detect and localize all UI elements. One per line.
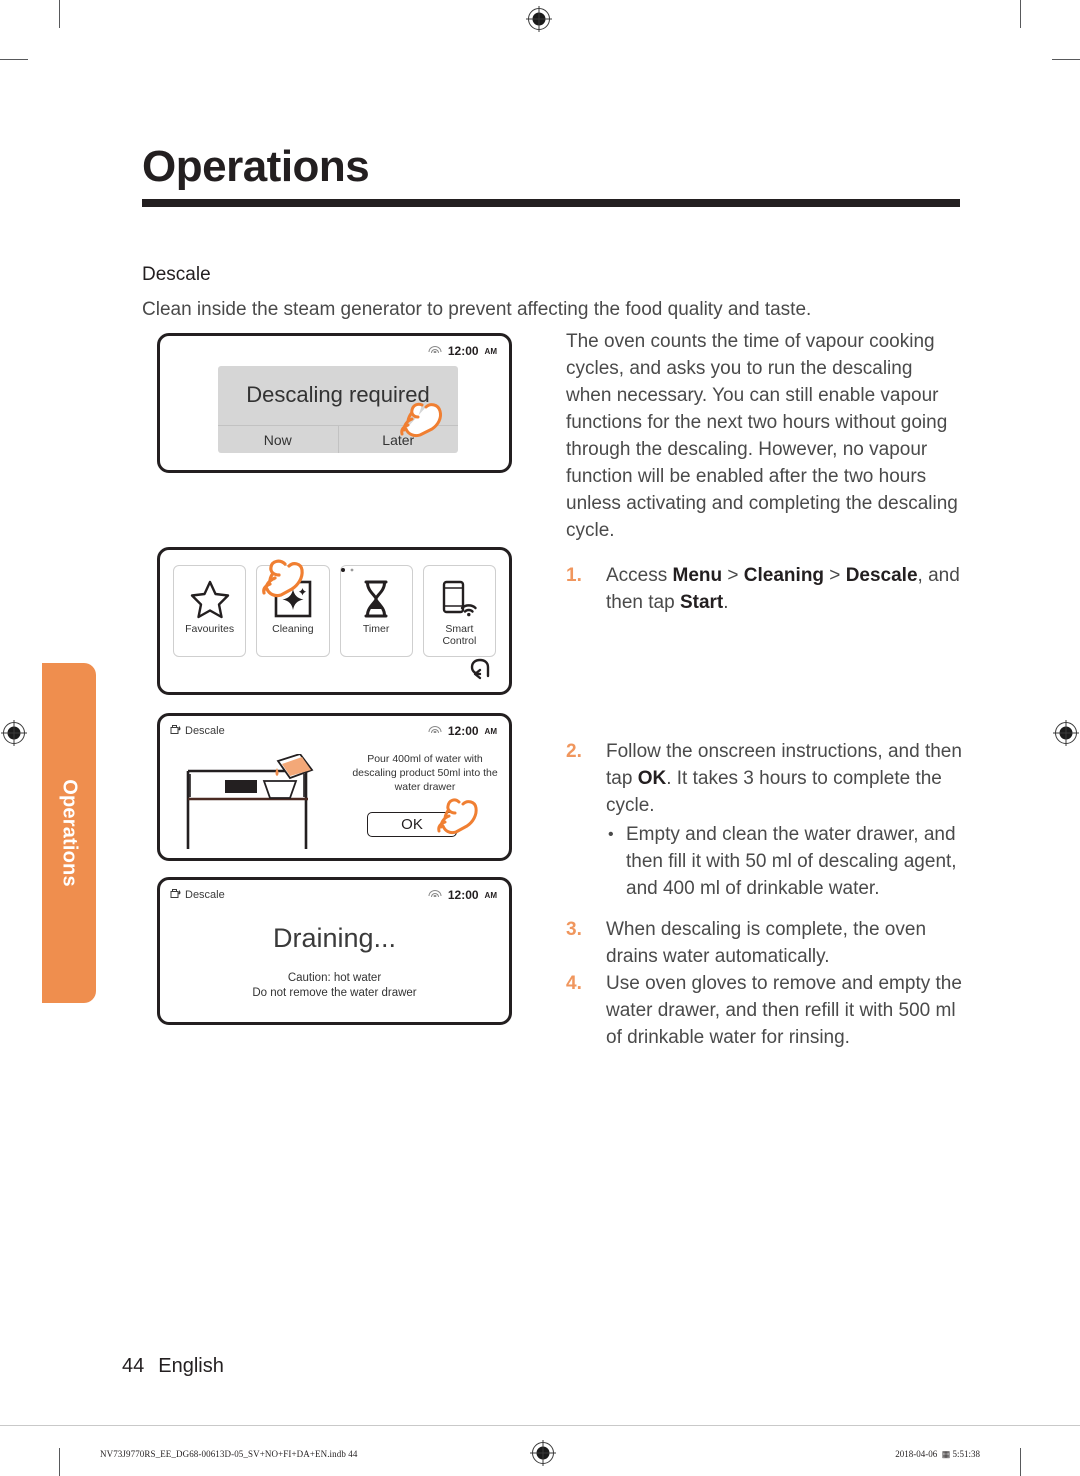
tap-hand-icon: [255, 554, 307, 607]
step-number: 4.: [566, 973, 582, 994]
draining-title: Draining...: [272, 923, 397, 953]
pour-water-illustration: [178, 752, 338, 858]
screen1-status-bar: 12:00 AM: [170, 342, 497, 360]
step-text: Use oven gloves to remove and empty the …: [606, 973, 962, 1048]
print-file-name: NV73J9770RS_EE_DG68-00613D-05_SV+NO+FI+D…: [100, 1449, 358, 1459]
crop-mark-top-right-v: [1020, 0, 1021, 28]
print-date: 2018-04-06: [895, 1449, 938, 1459]
smart-control-icon: [438, 575, 480, 623]
footer-divider: [0, 1425, 1080, 1426]
intro-paragraph: The oven counts the time of vapour cooki…: [566, 331, 958, 541]
tile-label: Cleaning: [272, 623, 314, 635]
oven-screen-descaling-required: 12:00 AM Descaling required Now Later: [157, 333, 512, 473]
tile-favourites[interactable]: Favourites: [173, 565, 247, 657]
wifi-icon: [428, 726, 442, 736]
clock-ampm: AM: [484, 346, 497, 356]
step-number: 3.: [566, 919, 582, 940]
manual-page: Operations Operations Descale Clean insi…: [0, 0, 1080, 1476]
tap-hand-icon: [432, 794, 480, 843]
step-item-1: 1. Access Menu > Cleaning > Descale, and…: [566, 562, 962, 616]
status-clock: 12:00 AM: [428, 344, 497, 358]
caution-line-2: Do not remove the water drawer: [252, 987, 417, 999]
screen-header-label: Descale: [185, 889, 225, 901]
back-arrow-icon[interactable]: [465, 657, 493, 686]
registration-mark-top: [528, 6, 550, 32]
descale-icon: [170, 888, 182, 902]
tile-label: Timer: [362, 623, 390, 635]
oven-screen-menu-tiles: Favourites Cleaning Timer Smart Control: [157, 547, 512, 695]
clock-ampm: AM: [484, 726, 497, 736]
screen-header: Descale: [170, 724, 225, 738]
title-rule: [142, 199, 960, 207]
registration-mark-left: [3, 720, 25, 746]
page-title: Operations: [142, 142, 370, 191]
chapter-side-tab-label: Operations: [58, 779, 81, 887]
oven-screen-pour-water: Descale 12:00 AM Pour 400ml of water with…: [157, 713, 512, 861]
step-text: When descaling is complete, the oven dra…: [606, 919, 927, 967]
caution-line-1: Caution: hot water: [287, 972, 382, 984]
step-item-2: 2. Follow the onscreen instructions, and…: [566, 738, 962, 902]
section-intro: Clean inside the steam generator to prev…: [142, 299, 812, 320]
print-time: 5:51:38: [952, 1449, 980, 1459]
star-icon: [189, 575, 231, 623]
tap-hand-icon: [396, 399, 444, 446]
step-item-4: 4. Use oven gloves to remove and empty t…: [566, 970, 962, 1051]
status-clock: 12:00 AM: [428, 724, 497, 738]
pour-instruction-text: Pour 400ml of water with descaling produ…: [352, 753, 498, 793]
clock-time: 12:00: [447, 888, 479, 902]
crop-mark-top-left-v: [59, 0, 60, 28]
crop-mark-top-right-h: [1052, 59, 1080, 60]
crop-mark-bottom-left-v: [59, 1448, 60, 1476]
clock-time: 12:00: [447, 724, 479, 738]
crop-mark-top-left-h: [0, 59, 28, 60]
screen3-status-bar: Descale 12:00 AM: [170, 722, 497, 740]
page-number-block: 44 English: [122, 1355, 224, 1378]
wifi-icon: [428, 890, 442, 900]
tile-timer[interactable]: Timer: [339, 565, 413, 657]
chapter-side-tab: Operations: [42, 663, 96, 1003]
screen-header: Descale: [170, 888, 225, 902]
step-2-bullets: Empty and clean the water drawer, and th…: [606, 821, 962, 902]
status-dots-icon: [340, 560, 358, 578]
clock-time: 12:00: [447, 344, 479, 358]
page-language: English: [158, 1355, 224, 1377]
screen-header-label: Descale: [185, 725, 225, 737]
now-button[interactable]: Now: [218, 426, 339, 453]
print-timestamp: 2018-04-06 ▦ 5:51:38: [895, 1449, 980, 1459]
wifi-icon: [428, 346, 442, 356]
oven-screen-draining: Descale 12:00 AM Draining... Caution: hot…: [157, 877, 512, 1025]
bullet-item: Empty and clean the water drawer, and th…: [606, 821, 962, 902]
status-clock: 12:00 AM: [428, 888, 497, 902]
registration-mark-right: [1055, 720, 1077, 746]
crop-mark-bottom-right-v: [1020, 1448, 1021, 1476]
footer-registration-mark: [532, 1440, 554, 1466]
clock-ampm: AM: [484, 890, 497, 900]
section-heading: Descale: [142, 264, 211, 285]
caution-text: Caution: hot water Do not remove the wat…: [160, 971, 509, 1001]
numbered-steps: 1. Access Menu > Cleaning > Descale, and…: [566, 562, 962, 1051]
tile-smart-control[interactable]: Smart Control: [422, 565, 496, 657]
step-number: 2.: [566, 741, 582, 762]
step-text: Follow the onscreen instructions, and th…: [606, 741, 962, 816]
tile-label: Smart Control: [442, 623, 477, 647]
page-number: 44: [122, 1355, 145, 1377]
step-item-3: 3. When descaling is complete, the oven …: [566, 916, 962, 970]
descale-icon: [170, 724, 182, 738]
step-text: Access Menu > Cleaning > Descale, and th…: [606, 565, 960, 613]
menu-tile-row: Favourites Cleaning Timer Smart Control: [173, 565, 496, 657]
instruction-column: The oven counts the time of vapour cooki…: [566, 328, 962, 1065]
hourglass-timer-icon: [355, 575, 397, 623]
screen4-status-bar: Descale 12:00 AM: [170, 886, 497, 904]
step-number: 1.: [566, 565, 582, 586]
tile-label: Favourites: [185, 623, 235, 635]
